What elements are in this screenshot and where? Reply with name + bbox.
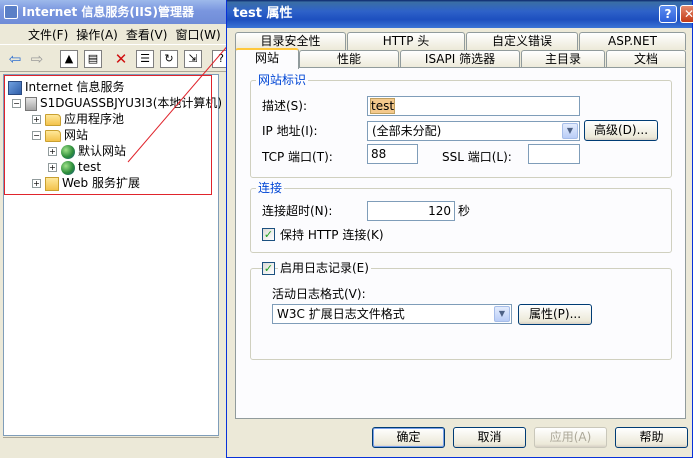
iis-status-bar [3,437,219,457]
iis-app-icon [4,5,18,19]
iis-menu-bar: 文件(F) 操作(A) 查看(V) 窗口(W) [0,24,232,44]
log-format-select[interactable]: W3C 扩展日志文件格式 ▼ [272,304,512,324]
chevron-down-icon[interactable]: ▼ [494,306,510,322]
up-folder-icon[interactable]: ▲ [60,50,78,68]
chevron-down-icon[interactable]: ▼ [562,123,578,139]
log-format-label: 活动日志格式(V): [272,287,366,301]
log-properties-button[interactable]: 属性(P)... [518,304,592,325]
tab-aspnet[interactable]: ASP.NET [579,32,686,50]
timeout-unit: 秒 [458,204,471,218]
menu-view[interactable]: 查看(V) [118,24,168,44]
menu-action[interactable]: 操作(A) [68,24,118,44]
tab-http-headers[interactable]: HTTP 头 [347,32,465,50]
tab-documents[interactable]: 文档 [606,50,686,68]
description-label: 描述(S): [262,99,308,113]
tab-isapi-filters[interactable]: ISAPI 筛选器 [400,50,520,68]
cancel-button[interactable]: 取消 [453,427,526,448]
ssl-port-input[interactable] [528,144,580,164]
dialog-title-text: test 属性 [233,6,293,21]
site-identity-label: 网站标识 [256,73,309,87]
enable-logging-label: 启用日志记录(E) [278,261,371,275]
properties-icon[interactable]: ☰ [136,50,154,68]
ssl-port-label: SSL 端口(L): [442,150,512,164]
ip-address-value: (全部未分配) [372,124,442,138]
keepalive-label: 保持 HTTP 连接(K) [280,228,384,242]
help-button[interactable]: 帮助 [615,427,688,448]
tab-panel-website: 网站标识 描述(S): test IP 地址(I): (全部未分配) ▼ 高级(… [235,67,686,419]
connection-label: 连接 [256,181,285,195]
enable-logging-checkbox[interactable]: ✓ [262,262,275,275]
ip-address-select[interactable]: (全部未分配) ▼ [367,121,580,141]
export-list-icon[interactable]: ⇲ [184,50,202,68]
ip-address-label: IP 地址(I): [262,124,318,138]
description-input[interactable]: test [367,96,580,116]
iis-toolbar: ⇦ ⇨ ▲ ▤ ✕ ☰ ↻ ⇲ ? [0,44,232,72]
highlight-box [4,75,212,195]
log-format-value: W3C 扩展日志文件格式 [277,307,405,321]
dialog-title-bar[interactable]: test 属性 ? ✕ [227,0,693,28]
menu-file[interactable]: 文件(F) [0,24,68,44]
menu-window[interactable]: 窗口(W) [167,24,220,44]
tab-performance[interactable]: 性能 [299,50,399,68]
forward-icon[interactable]: ⇨ [28,50,46,68]
title-close-button[interactable]: ✕ [680,5,693,23]
tcp-port-label: TCP 端口(T): [262,150,333,164]
tab-website[interactable]: 网站 [235,48,299,69]
tcp-port-input[interactable]: 88 [367,144,418,164]
title-help-button[interactable]: ? [659,5,677,23]
advanced-button[interactable]: 高级(D)... [584,120,658,141]
refresh-icon[interactable]: ↻ [160,50,178,68]
properties-dialog: test 属性 ? ✕ 目录安全性 HTTP 头 自定义错误 ASP.NET 网… [226,0,693,458]
timeout-input[interactable]: 120 [367,201,455,221]
ok-button[interactable]: 确定 [372,427,445,448]
keepalive-checkbox[interactable]: ✓ [262,228,275,241]
iis-title-text: Internet 信息服务(IIS)管理器 [22,5,194,19]
timeout-label: 连接超时(N): [262,204,333,218]
show-tree-icon[interactable]: ▤ [84,50,102,68]
back-icon[interactable]: ⇦ [6,50,24,68]
iis-manager-window: Internet 信息服务(IIS)管理器 文件(F) 操作(A) 查看(V) 窗口(… [0,0,232,458]
connection-group [250,188,672,253]
delete-icon[interactable]: ✕ [112,50,130,68]
iis-title-bar[interactable]: Internet 信息服务(IIS)管理器 [0,0,232,24]
tab-home-directory[interactable]: 主目录 [521,50,605,68]
apply-button[interactable]: 应用(A) [534,427,607,448]
tab-custom-errors[interactable]: 自定义错误 [466,32,578,50]
